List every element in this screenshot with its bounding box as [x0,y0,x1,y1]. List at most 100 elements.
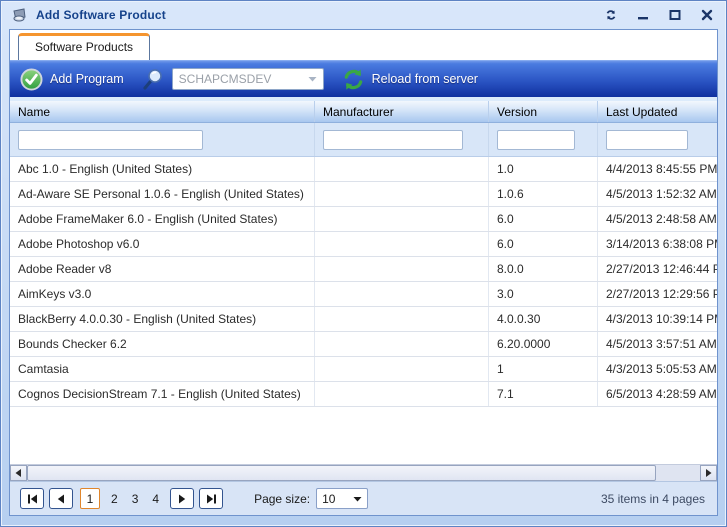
page-number[interactable]: 2 [104,492,125,506]
table-row[interactable]: Adobe FrameMaker 6.0 - English (United S… [10,207,717,232]
table-row[interactable]: Cognos DecisionStream 7.1 - English (Uni… [10,382,717,407]
cell-last-updated: 2/27/2013 12:46:44 PM [598,257,717,281]
software-grid: Name Manufacturer Version Last Updated A… [10,97,717,515]
page-numbers: 234 [104,492,166,506]
scroll-right-icon[interactable] [700,465,717,481]
current-page[interactable]: 1 [80,488,100,509]
column-header-name[interactable]: Name [10,101,315,122]
cell-manufacturer [315,207,489,231]
table-row[interactable]: Ad-Aware SE Personal 1.0.6 - English (Un… [10,182,717,207]
cell-last-updated: 4/3/2013 5:05:53 AM [598,357,717,381]
cell-last-updated: 3/14/2013 6:38:08 PM [598,232,717,256]
cell-version: 1.0 [489,157,598,181]
table-row[interactable]: AimKeys v3.0 3.0 2/27/2013 12:29:56 PM [10,282,717,307]
title-bar: Add Software Product [1,1,726,29]
scroll-left-icon[interactable] [10,465,27,481]
scrollbar-track[interactable] [656,465,700,481]
cell-last-updated: 4/5/2013 2:48:58 AM [598,207,717,231]
page-size-value: 10 [322,492,353,506]
cell-version: 4.0.0.30 [489,307,598,331]
cell-last-updated: 6/5/2013 4:28:59 AM [598,382,717,406]
grid-body: Abc 1.0 - English (United States) 1.0 4/… [10,157,717,464]
cell-version: 6.20.0000 [489,332,598,356]
cell-manufacturer [315,307,489,331]
minimize-icon[interactable] [634,7,652,23]
window: Add Software Product [0,0,727,527]
server-combobox-value: SCHAPCMSDEV [179,72,308,86]
cell-manufacturer [315,182,489,206]
cell-name: Bounds Checker 6.2 [10,332,315,356]
cell-name: Abc 1.0 - English (United States) [10,157,315,181]
scrollbar-thumb[interactable] [27,465,656,481]
chevron-down-icon [308,76,317,82]
filter-input-name[interactable] [18,130,203,150]
filter-input-version[interactable] [497,130,575,150]
cell-last-updated: 2/27/2013 12:29:56 PM [598,282,717,306]
cell-name: Adobe Photoshop v6.0 [10,232,315,256]
cell-last-updated: 4/3/2013 10:39:14 PM [598,307,717,331]
cell-version: 1 [489,357,598,381]
chevron-down-icon [353,496,362,502]
table-row[interactable]: Adobe Photoshop v6.0 6.0 3/14/2013 6:38:… [10,232,717,257]
cell-manufacturer [315,257,489,281]
last-page-button[interactable] [199,488,223,509]
table-row[interactable]: Bounds Checker 6.2 6.20.0000 4/5/2013 3:… [10,332,717,357]
search-icon [142,68,164,90]
cell-last-updated: 4/5/2013 1:52:32 AM [598,182,717,206]
cell-name: Adobe FrameMaker 6.0 - English (United S… [10,207,315,231]
add-program-label: Add Program [50,72,124,86]
filter-input-manufacturer[interactable] [323,130,463,150]
grid-header-row: Name Manufacturer Version Last Updated [10,97,717,123]
cell-version: 6.0 [489,207,598,231]
cell-version: 1.0.6 [489,182,598,206]
cell-name: Camtasia [10,357,315,381]
refresh-icon[interactable] [602,7,620,23]
server-combobox[interactable]: SCHAPCMSDEV [172,68,324,90]
grid-filter-row [10,123,717,157]
table-row[interactable]: Abc 1.0 - English (United States) 1.0 4/… [10,157,717,182]
cell-manufacturer [315,232,489,256]
table-row[interactable]: Camtasia 1 4/3/2013 5:05:53 AM [10,357,717,382]
column-header-version[interactable]: Version [489,101,598,122]
check-circle-icon [20,68,43,91]
page-number[interactable]: 3 [125,492,146,506]
status-text: 35 items in 4 pages [601,492,705,506]
page-size-label: Page size: [254,492,310,506]
page-size-dropdown[interactable]: 10 [316,488,368,509]
window-controls [602,7,716,23]
first-page-button[interactable] [20,488,44,509]
app-icon [11,7,28,23]
cell-name: Cognos DecisionStream 7.1 - English (Uni… [10,382,315,406]
filter-input-last-updated[interactable] [606,130,688,150]
cell-name: Ad-Aware SE Personal 1.0.6 - English (Un… [10,182,315,206]
cell-version: 6.0 [489,232,598,256]
table-row[interactable]: Adobe Reader v8 8.0.0 2/27/2013 12:46:44… [10,257,717,282]
cell-manufacturer [315,357,489,381]
window-title: Add Software Product [36,8,166,22]
reload-button[interactable]: Reload from server [342,68,478,91]
horizontal-scrollbar[interactable] [10,464,717,481]
cell-name: Adobe Reader v8 [10,257,315,281]
cell-last-updated: 4/4/2013 8:45:55 PM [598,157,717,181]
page-number[interactable]: 4 [145,492,166,506]
table-row[interactable]: BlackBerry 4.0.0.30 - English (United St… [10,307,717,332]
column-header-last-updated[interactable]: Last Updated [598,101,717,122]
column-header-manufacturer[interactable]: Manufacturer [315,101,489,122]
prev-page-button[interactable] [49,488,73,509]
cell-name: BlackBerry 4.0.0.30 - English (United St… [10,307,315,331]
tab-strip: Software Products [10,30,717,60]
tab-software-products[interactable]: Software Products [18,33,150,60]
toolbar: Add Program SCHAPCMSDEV [10,60,717,97]
add-program-button[interactable]: Add Program [20,68,124,91]
page-size-control: Page size: 10 [254,488,368,509]
maximize-icon[interactable] [666,7,684,23]
cell-name: AimKeys v3.0 [10,282,315,306]
cell-version: 7.1 [489,382,598,406]
reload-icon [342,68,365,91]
cell-manufacturer [315,282,489,306]
pager-bar: 1 234 Page size: 10 35 items in [10,481,717,515]
cell-manufacturer [315,382,489,406]
next-page-button[interactable] [170,488,194,509]
cell-manufacturer [315,157,489,181]
close-icon[interactable] [698,7,716,23]
